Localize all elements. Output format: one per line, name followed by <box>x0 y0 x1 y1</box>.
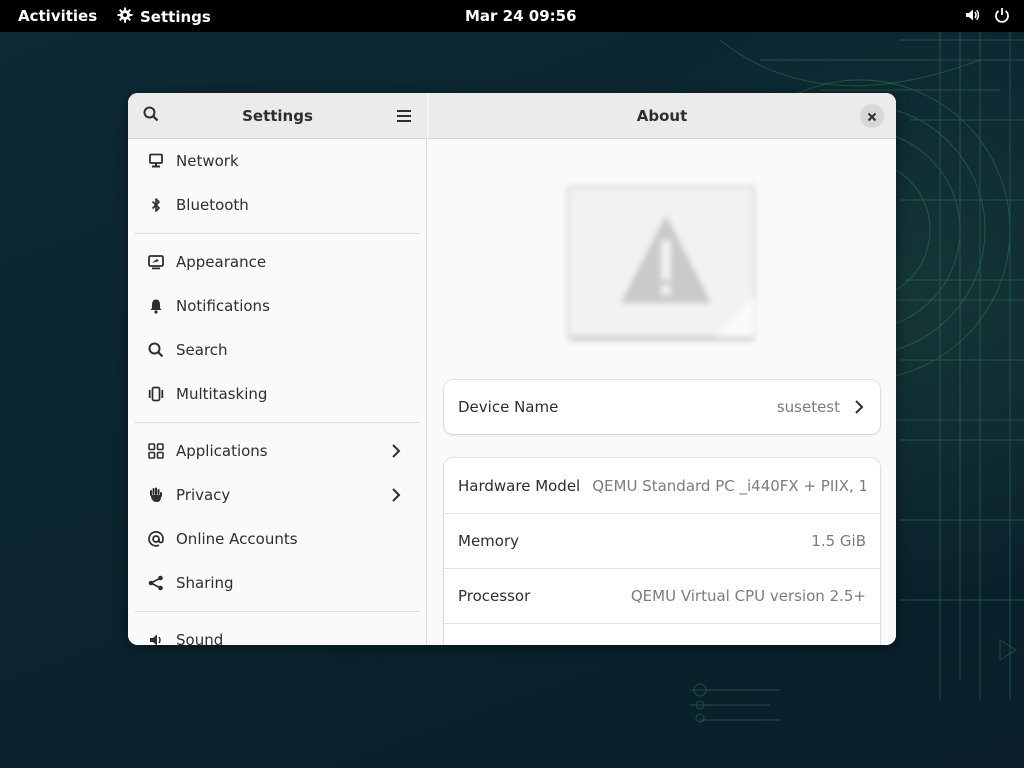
share-icon <box>147 574 165 592</box>
app-menu-label: Settings <box>140 8 211 26</box>
clock[interactable]: Mar 24 09:56 <box>465 7 577 25</box>
sidebar-item-applications[interactable]: Applications <box>128 429 427 473</box>
sidebar-item-appearance[interactable]: Appearance <box>128 240 427 284</box>
sidebar-separator <box>135 422 420 423</box>
bell-icon <box>147 297 165 315</box>
device-name-card: Device Name susetest <box>444 380 880 434</box>
page-title: About <box>636 107 688 125</box>
hamburger-icon <box>397 107 411 126</box>
device-name-row[interactable]: Device Name susetest <box>444 380 880 434</box>
device-name-value: susetest <box>776 398 840 416</box>
at-icon <box>147 530 165 548</box>
app-menu[interactable]: Settings <box>117 7 211 27</box>
sidebar-item-sharing[interactable]: Sharing <box>128 561 427 605</box>
sidebar-item-label: Sharing <box>176 574 234 592</box>
network-icon <box>147 152 165 170</box>
chevron-right-icon <box>391 487 401 507</box>
close-button[interactable] <box>860 104 884 128</box>
hardware-model-row: Hardware Model QEMU Standard PC _i440FX … <box>444 458 880 513</box>
sidebar-item-network[interactable]: Network <box>128 139 427 183</box>
sidebar-item-label: Bluetooth <box>176 196 249 214</box>
memory-row: Memory 1.5 GiB <box>444 513 880 568</box>
sidebar-header: Settings <box>128 93 427 139</box>
sidebar-item-label: Notifications <box>176 297 270 315</box>
applications-icon <box>147 442 165 460</box>
memory-label: Memory <box>458 532 520 550</box>
sidebar-item-notifications[interactable]: Notifications <box>128 284 427 328</box>
about-panel: About Device Name susetest Hardware Mode… <box>428 93 896 645</box>
sidebar-item-bluetooth[interactable]: Bluetooth <box>128 183 427 227</box>
settings-window: Settings Network Bluetooth Appearance No… <box>128 93 896 645</box>
top-bar: Activities Settings Mar 24 09:56 <box>0 0 1024 32</box>
sidebar-item-label: Search <box>176 341 228 359</box>
main-menu-button[interactable] <box>389 101 419 131</box>
activities-button[interactable]: Activities <box>18 7 97 25</box>
processor-row: Processor QEMU Virtual CPU version 2.5+ <box>444 568 880 623</box>
sidebar-item-label: Applications <box>176 442 268 460</box>
sidebar-separator <box>135 233 420 234</box>
processor-label: Processor <box>458 587 531 605</box>
hand-icon <box>147 486 165 504</box>
sidebar-item-search[interactable]: Search <box>128 328 427 372</box>
gear-icon <box>117 7 133 27</box>
sidebar-title: Settings <box>242 107 313 125</box>
panel-header: About <box>428 93 896 139</box>
sidebar-item-privacy[interactable]: Privacy <box>128 473 427 517</box>
processor-value: QEMU Virtual CPU version 2.5+ <box>630 587 866 605</box>
device-name-label: Device Name <box>458 398 559 416</box>
appearance-icon <box>147 253 165 271</box>
chevron-right-icon <box>391 443 401 463</box>
sidebar-item-online-accounts[interactable]: Online Accounts <box>128 517 427 561</box>
distro-logo-missing-icon <box>566 185 758 345</box>
sidebar-item-label: Privacy <box>176 486 231 504</box>
speaker-icon <box>147 631 165 645</box>
sidebar-item-multitasking[interactable]: Multitasking <box>128 372 427 416</box>
chevron-right-icon <box>854 399 864 419</box>
hardware-info-card: Hardware Model QEMU Standard PC _i440FX … <box>444 458 880 645</box>
sidebar: Settings Network Bluetooth Appearance No… <box>128 93 427 645</box>
bluetooth-icon <box>147 196 165 214</box>
power-icon[interactable] <box>994 7 1010 27</box>
sidebar-item-label: Sound <box>176 631 224 645</box>
hardware-model-label: Hardware Model <box>458 476 581 495</box>
sidebar-nav: Network Bluetooth Appearance Notificatio… <box>128 139 427 645</box>
multitasking-icon <box>147 385 165 403</box>
sidebar-item-label: Appearance <box>176 253 267 271</box>
hardware-model-value: QEMU Standard PC _i440FX + PIIX, 1996_ <box>592 476 866 495</box>
sidebar-item-label: Network <box>176 152 239 170</box>
sidebar-item-sound[interactable]: Sound <box>128 618 427 645</box>
close-icon <box>867 107 877 126</box>
system-menu[interactable] <box>964 7 1010 27</box>
volume-icon[interactable] <box>964 7 980 27</box>
sidebar-item-label: Multitasking <box>176 385 268 403</box>
sidebar-item-label: Online Accounts <box>176 530 298 548</box>
table-row <box>444 623 880 645</box>
memory-value: 1.5 GiB <box>811 532 866 550</box>
sidebar-separator <box>135 611 420 612</box>
search-icon <box>147 341 165 359</box>
